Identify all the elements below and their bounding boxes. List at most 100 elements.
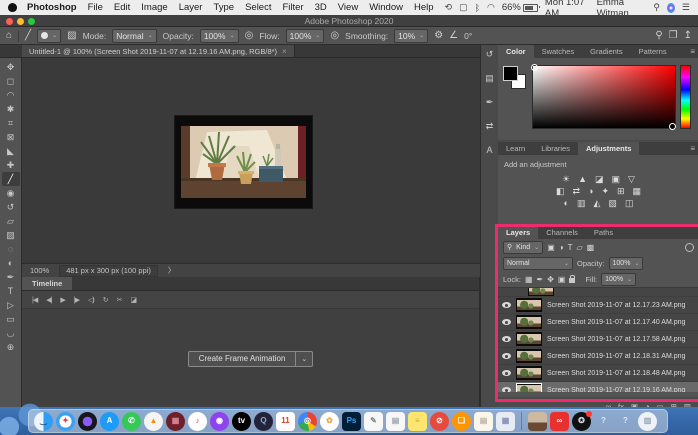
- tool-blur[interactable]: ◌: [2, 242, 20, 256]
- panel-menu-icon[interactable]: ≡: [690, 45, 698, 58]
- layer-thumbnail[interactable]: [516, 315, 542, 329]
- adjustment-posterize[interactable]: ▥: [577, 199, 586, 208]
- tool-pen[interactable]: ✒: [2, 270, 20, 284]
- menu-select[interactable]: Select: [245, 2, 271, 13]
- adjustment-threshold[interactable]: ◭: [594, 199, 601, 208]
- layer-row-partial[interactable]: [498, 288, 698, 297]
- tool-rectangle[interactable]: ▭: [2, 312, 20, 326]
- tool-dodge[interactable]: ◐: [2, 256, 20, 270]
- adjustment-exposure[interactable]: ▣: [612, 175, 621, 184]
- layer-visibility-eye-icon[interactable]: [502, 387, 511, 392]
- adjustment-color-lookup[interactable]: ▦: [633, 187, 642, 196]
- pressure-opacity-icon[interactable]: ◎: [245, 31, 254, 41]
- zoom-level[interactable]: 100%: [30, 266, 49, 275]
- tab-2[interactable]: Adjustments: [578, 142, 639, 155]
- layer-visibility-eye-icon[interactable]: [502, 319, 511, 325]
- timeline-button-previous-frame[interactable]: ◀|: [46, 296, 51, 304]
- tool-clone-stamp[interactable]: ◉: [2, 186, 20, 200]
- tool-marquee[interactable]: ◻: [2, 74, 20, 88]
- menu-file[interactable]: File: [88, 2, 103, 13]
- timeline-button-tween[interactable]: ✂: [117, 296, 122, 304]
- layer-thumbnail[interactable]: [516, 332, 542, 346]
- tool-history-brush[interactable]: ↺: [2, 200, 20, 214]
- menu-photoshop[interactable]: Photoshop: [27, 2, 77, 13]
- timeline-button-duplicate-frame[interactable]: ◪: [130, 296, 136, 304]
- collapsed-panel-brush-settings[interactable]: ✒: [486, 97, 494, 108]
- tool-brush[interactable]: ╱: [2, 172, 20, 186]
- adjustment-color-balance[interactable]: ⇄: [572, 187, 580, 196]
- time-machine-icon[interactable]: ⟲: [445, 2, 453, 13]
- filter-type-layers-icon[interactable]: T: [568, 243, 573, 252]
- blend-mode-select[interactable]: Normal⌄: [112, 29, 156, 43]
- tab-timeline[interactable]: Timeline: [22, 277, 72, 290]
- layer-row-Screen Shot 2019-11-07 at 12.17.58 AM.png[interactable]: Screen Shot 2019-11-07 at 12.17.58 AM.pn…: [498, 331, 698, 348]
- menu-edit[interactable]: Edit: [114, 2, 130, 13]
- tool-move[interactable]: ✥: [2, 60, 20, 74]
- hue-slider[interactable]: [680, 65, 691, 129]
- layer-row-Screen Shot 2019-11-07 at 12.18.31 AM.png[interactable]: Screen Shot 2019-11-07 at 12.18.31 AM.pn…: [498, 348, 698, 365]
- saturation-brightness-field[interactable]: [532, 65, 676, 129]
- tool-path-selection[interactable]: ▷: [2, 298, 20, 312]
- layer-row-Screen Shot 2019-11-07 at 12.17.40 AM.png[interactable]: Screen Shot 2019-11-07 at 12.17.40 AM.pn…: [498, 314, 698, 331]
- menu-layer[interactable]: Layer: [179, 2, 203, 13]
- dock-app-quicktime[interactable]: Q: [254, 412, 273, 431]
- dock-item-creative-cloud[interactable]: ∞: [550, 412, 569, 431]
- dock-app-calendar[interactable]: 11: [276, 412, 295, 431]
- dock-app-photoshop[interactable]: Ps: [342, 412, 361, 431]
- siri-icon[interactable]: [667, 3, 675, 13]
- tab-2[interactable]: Paths: [586, 226, 621, 239]
- layer-thumbnail[interactable]: [516, 298, 542, 312]
- filter-toggle-icon[interactable]: [685, 243, 694, 252]
- tool-hand[interactable]: ◡: [2, 326, 20, 340]
- close-document-icon[interactable]: ×: [282, 47, 287, 56]
- lock-transparent-pixels-icon[interactable]: ▦: [525, 275, 533, 284]
- layer-thumbnail[interactable]: [516, 349, 542, 363]
- tab-0[interactable]: Color: [498, 45, 534, 58]
- toggle-brush-panel-icon[interactable]: ▨: [67, 31, 76, 41]
- adjustment-hue-saturation[interactable]: ◧: [556, 187, 565, 196]
- wifi-icon[interactable]: ◠: [487, 2, 495, 13]
- document-image[interactable]: [175, 116, 312, 208]
- adjustment-invert[interactable]: ◐: [564, 199, 569, 208]
- tool-gradient[interactable]: ▨: [2, 228, 20, 242]
- layer-row-Screen Shot 2019-11-07 at 12.19.16 AM.png[interactable]: Screen Shot 2019-11-07 at 12.19.16 AM.pn…: [498, 382, 698, 392]
- lock-position-icon[interactable]: ✥: [547, 275, 554, 284]
- timeline-button-loop[interactable]: ↻: [103, 296, 108, 304]
- dock-app-vlc[interactable]: ▲: [144, 412, 163, 431]
- battery-indicator[interactable]: 66%: [502, 2, 538, 13]
- adjustment-gradient-map[interactable]: ▧: [608, 199, 617, 208]
- share-icon[interactable]: ↥: [684, 31, 692, 41]
- flow-select[interactable]: 100%⌄: [286, 29, 325, 43]
- tab-0[interactable]: Layers: [498, 226, 538, 239]
- dock-app-books[interactable]: ❏: [452, 412, 471, 431]
- dock-app-photos[interactable]: ✿: [320, 412, 339, 431]
- dock-app-textedit[interactable]: ✎: [364, 412, 383, 431]
- workspace-switcher-icon[interactable]: ❐: [669, 31, 678, 41]
- dock-app-siri[interactable]: [78, 412, 97, 431]
- menu-3d[interactable]: 3D: [315, 2, 327, 13]
- notification-center-icon[interactable]: ☰: [682, 2, 690, 13]
- dock-app-apple-tv[interactable]: tv: [232, 412, 251, 431]
- tab-1[interactable]: Libraries: [533, 142, 578, 155]
- spotlight-icon[interactable]: ⚲: [653, 2, 660, 13]
- canvas-area[interactable]: [22, 58, 480, 263]
- tab-0[interactable]: Learn: [498, 142, 533, 155]
- dock-item-trash[interactable]: ▥: [638, 412, 657, 431]
- adjustment-levels[interactable]: ▲: [578, 175, 587, 184]
- layer-row-Screen Shot 2019-11-07 at 12.18.48 AM.png[interactable]: Screen Shot 2019-11-07 at 12.18.48 AM.pn…: [498, 365, 698, 382]
- create-animation-dropdown[interactable]: ⌄: [295, 351, 313, 367]
- tab-2[interactable]: Gradients: [582, 45, 631, 58]
- tab-1[interactable]: Swatches: [534, 45, 583, 58]
- display-icon[interactable]: ▢: [459, 2, 468, 13]
- menu-view[interactable]: View: [338, 2, 358, 13]
- dock-app-chrome[interactable]: ◎: [298, 412, 317, 431]
- layer-fill-select[interactable]: 100%⌄: [601, 273, 636, 286]
- filter-kind-select[interactable]: ⚲ Kind⌄: [503, 241, 543, 254]
- layer-visibility-eye-icon[interactable]: [502, 370, 511, 376]
- document-tab[interactable]: Untitled-1 @ 100% (Screen Shot 2019-11-0…: [22, 45, 295, 57]
- tool-zoom[interactable]: ⊕: [2, 340, 20, 354]
- timeline-button-next-frame[interactable]: |▶: [74, 296, 79, 304]
- dock-app-striped-doc[interactable]: ▦: [496, 412, 515, 431]
- tab-3[interactable]: Patterns: [631, 45, 675, 58]
- filter-adjustment-layers-icon[interactable]: ◑: [559, 243, 564, 252]
